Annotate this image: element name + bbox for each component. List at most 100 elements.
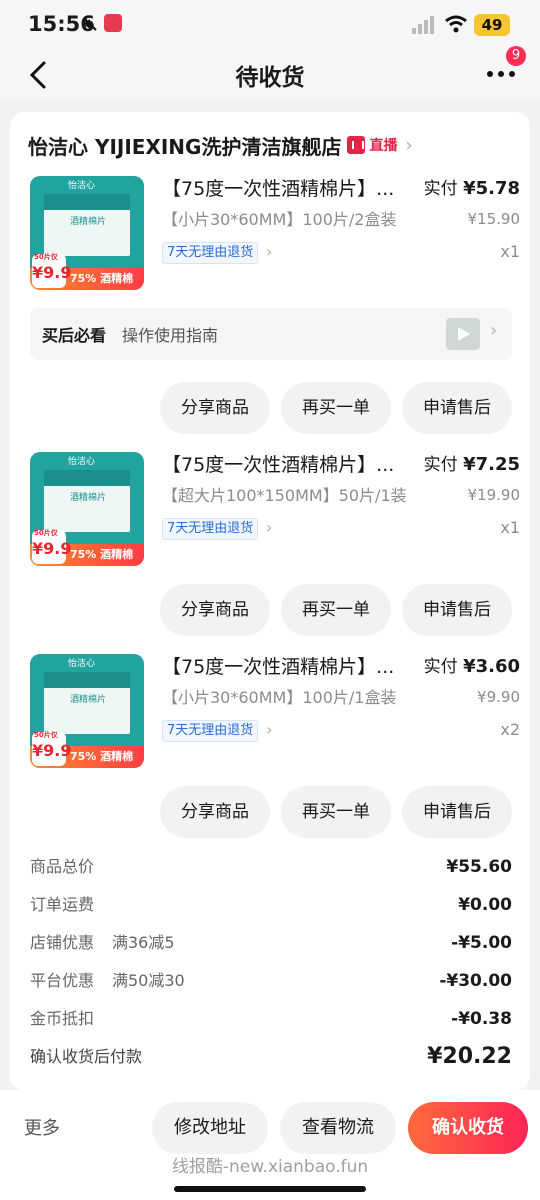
guide-title: 买后必看 xyxy=(42,326,107,345)
mute-icon xyxy=(83,17,97,31)
after-sale-button[interactable]: 申请售后 xyxy=(402,584,512,636)
item-spec: 【超大片100*150MM】50片/1装 xyxy=(162,486,407,505)
item-quantity: x1 xyxy=(500,242,520,261)
chevron-right-icon: › xyxy=(266,720,273,739)
play-video-icon[interactable] xyxy=(446,318,480,350)
paid-amount: ¥7.25 xyxy=(463,454,520,475)
app-icon xyxy=(104,14,122,32)
share-product-button[interactable]: 分享商品 xyxy=(160,786,270,838)
usage-guide-row[interactable]: 买后必看 操作使用指南 › xyxy=(30,308,512,360)
rebuy-button[interactable]: 再买一单 xyxy=(281,786,391,838)
original-price: ¥9.90 xyxy=(477,688,520,706)
item-quantity: x2 xyxy=(500,720,520,739)
nav-bar: 待收货 9 xyxy=(0,46,540,100)
summary-label: 商品总价 xyxy=(30,857,95,876)
paid-label: 实付 xyxy=(423,455,458,475)
order-card: 怡洁心 YIJIEXING洗护清洁旗舰店 直播 › 怡洁心 酒精棉片 75% 酒… xyxy=(10,112,530,1090)
item-title[interactable]: 【75度一次性酒精棉片】... xyxy=(162,176,404,202)
promo-price: ¥9.9 xyxy=(32,741,72,760)
original-price: ¥15.90 xyxy=(467,210,521,228)
paid-label: 实付 xyxy=(423,179,458,199)
more-button[interactable]: 更多 xyxy=(24,1114,60,1140)
return-policy-tag[interactable]: 7天无理由退货 xyxy=(162,242,259,264)
wifi-icon xyxy=(445,15,467,33)
summary-value: ¥0.00 xyxy=(458,895,512,915)
view-logistics-button[interactable]: 查看物流 xyxy=(280,1102,396,1154)
share-product-button[interactable]: 分享商品 xyxy=(160,584,270,636)
paid-price: 实付 ¥5.78 xyxy=(424,176,520,202)
chevron-right-icon: › xyxy=(405,134,413,156)
summary-row-total-price: 商品总价 ¥55.60 xyxy=(30,854,512,880)
summary-label: 店铺优惠 xyxy=(30,933,95,952)
product-image[interactable]: 怡洁心 酒精棉片 75% 酒精棉片 50片仅 ¥9.9 xyxy=(30,176,144,290)
chevron-right-icon: › xyxy=(266,242,273,261)
summary-label: 确认收货后付款 xyxy=(30,1047,143,1066)
brand-label: 怡洁心 xyxy=(68,659,96,669)
order-item[interactable]: 怡洁心 酒精棉片 75% 酒精棉片 50片仅 ¥9.9 【75度一次性酒精棉片】… xyxy=(30,176,520,296)
summary-value: -¥30.00 xyxy=(439,971,512,991)
promo-price-tag: 50片仅 ¥9.9 xyxy=(32,731,71,766)
summary-value: -¥0.38 xyxy=(451,1009,512,1029)
confirm-receipt-button[interactable]: 确认收货 xyxy=(408,1102,528,1154)
product-image[interactable]: 怡洁心 酒精棉片 75% 酒精棉片 50片仅 ¥9.9 xyxy=(30,452,144,566)
order-item[interactable]: 怡洁心 酒精棉片 75% 酒精棉片 50片仅 ¥9.9 【75度一次性酒精棉片】… xyxy=(30,452,520,572)
live-icon xyxy=(347,136,366,154)
summary-row-coin-deduction: 金币抵扣 -¥0.38 xyxy=(30,1006,512,1032)
shop-header[interactable]: 怡洁心 YIJIEXING洗护清洁旗舰店 直播 › xyxy=(28,130,413,160)
product-box-graphic: 酒精棉片 xyxy=(44,470,130,532)
box-text: 酒精棉片 xyxy=(69,695,106,705)
summary-label: 订单运费 xyxy=(30,895,95,914)
paid-label: 实付 xyxy=(423,657,458,677)
paid-price: 实付 ¥3.60 xyxy=(424,654,520,680)
item-spec: 【小片30*60MM】100片/1盒装 xyxy=(162,688,397,707)
brand-label: 怡洁心 xyxy=(68,181,96,191)
item-title[interactable]: 【75度一次性酒精棉片】... xyxy=(162,452,404,478)
product-image[interactable]: 怡洁心 酒精棉片 75% 酒精棉片 50片仅 ¥9.9 xyxy=(30,654,144,768)
bottom-action-bar: 更多 修改地址 查看物流 确认收货 线报酷-new.xianbao.fun xyxy=(0,1090,540,1200)
status-bar: 15:56 49 xyxy=(0,0,540,50)
live-label: 直播 xyxy=(369,138,398,154)
page-title: 待收货 xyxy=(235,65,305,91)
summary-value: -¥5.00 xyxy=(451,933,512,953)
signal-icon xyxy=(412,16,434,34)
home-indicator xyxy=(174,1186,366,1192)
summary-value: ¥55.60 xyxy=(446,857,512,877)
share-product-button[interactable]: 分享商品 xyxy=(160,382,270,434)
summary-label: 金币抵扣 xyxy=(30,1009,95,1028)
paid-price: 实付 ¥7.25 xyxy=(424,452,520,478)
chevron-right-icon: › xyxy=(266,518,273,537)
order-item[interactable]: 怡洁心 酒精棉片 75% 酒精棉片 50片仅 ¥9.9 【75度一次性酒精棉片】… xyxy=(30,654,520,774)
box-text: 酒精棉片 xyxy=(69,217,106,227)
shop-name[interactable]: 怡洁心 YIJIEXING洗护清洁旗舰店 xyxy=(28,131,341,160)
live-badge[interactable]: 直播 xyxy=(347,135,397,155)
promo-price-tag: 50片仅 ¥9.9 xyxy=(32,529,71,564)
promo-price-tag: 50片仅 ¥9.9 xyxy=(32,253,71,288)
product-box-graphic: 酒精棉片 xyxy=(44,672,130,734)
promo-note: 50片仅 xyxy=(34,253,58,261)
box-text: 酒精棉片 xyxy=(69,493,106,503)
summary-sublabel: 满50减30 xyxy=(112,971,185,990)
after-sale-button[interactable]: 申请售后 xyxy=(402,382,512,434)
promo-note: 50片仅 xyxy=(34,529,58,537)
item-title[interactable]: 【75度一次性酒精棉片】... xyxy=(162,654,404,680)
summary-row-shop-discount: 店铺优惠 满36减5 -¥5.00 xyxy=(30,930,512,956)
summary-label: 平台优惠 xyxy=(30,971,95,990)
rebuy-button[interactable]: 再买一单 xyxy=(281,584,391,636)
change-address-button[interactable]: 修改地址 xyxy=(152,1102,268,1154)
watermark: 线报酷-new.xianbao.fun xyxy=(171,1157,369,1177)
return-policy-tag[interactable]: 7天无理由退货 xyxy=(162,720,259,742)
brand-label: 怡洁心 xyxy=(68,457,96,467)
item-quantity: x1 xyxy=(500,518,520,537)
return-policy-tag[interactable]: 7天无理由退货 xyxy=(162,518,259,540)
promo-price: ¥9.9 xyxy=(32,539,72,558)
paid-amount: ¥3.60 xyxy=(463,656,520,677)
promo-note: 50片仅 xyxy=(34,731,58,739)
paid-amount: ¥5.78 xyxy=(463,178,520,199)
rebuy-button[interactable]: 再买一单 xyxy=(281,382,391,434)
summary-row-platform-discount: 平台优惠 满50减30 -¥30.00 xyxy=(30,968,512,994)
summary-value: ¥20.22 xyxy=(427,1044,512,1069)
guide-text: 操作使用指南 xyxy=(122,326,219,345)
product-box-graphic: 酒精棉片 xyxy=(44,194,130,256)
after-sale-button[interactable]: 申请售后 xyxy=(402,786,512,838)
summary-sublabel: 满36减5 xyxy=(112,933,175,952)
